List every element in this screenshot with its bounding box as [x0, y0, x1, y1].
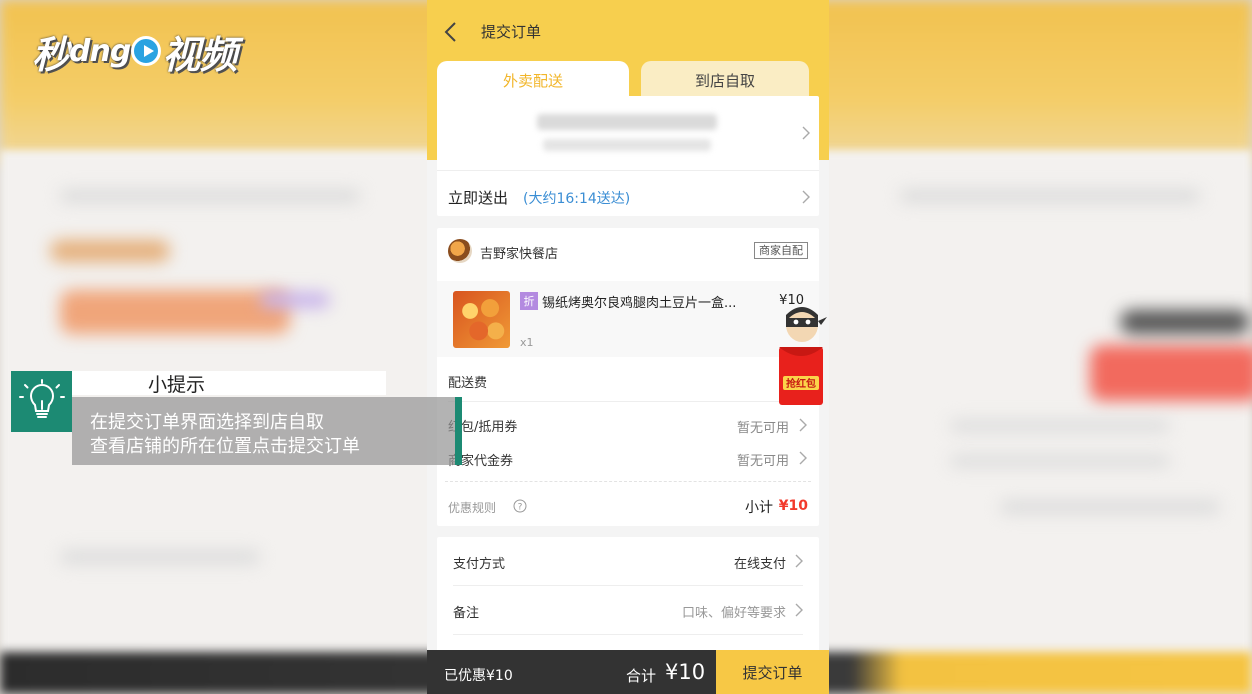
- tip-title-background: [72, 371, 386, 395]
- subtotal-value: ¥10: [778, 498, 808, 514]
- divider: [437, 170, 819, 171]
- item-name: 锡纸烤奥尔良鸡腿肉土豆片一盒...: [542, 296, 737, 311]
- divider: [448, 401, 808, 402]
- payment-method-value: 在线支付: [733, 557, 786, 572]
- address-line-blurred: [537, 114, 717, 130]
- shop-name: 吉野家快餐店: [480, 247, 559, 262]
- tab-delivery[interactable]: 外卖配送: [437, 61, 629, 99]
- chevron-right-icon: [802, 126, 810, 140]
- watermark-logo: 秒 dng 视频: [32, 26, 237, 77]
- play-icon: [131, 36, 162, 66]
- payment-method-label: 支付方式: [453, 557, 506, 572]
- tab-delivery-label: 外卖配送: [502, 71, 563, 90]
- chevron-right-icon: [799, 418, 807, 432]
- help-icon[interactable]: ?: [513, 499, 527, 513]
- page-title: 提交订单: [481, 23, 542, 41]
- logo-text-mid: dng: [69, 33, 131, 69]
- nav-bar: 提交订单: [427, 12, 829, 52]
- tip-title: 小提示: [148, 374, 206, 396]
- delivery-eta: (大约16:14送达): [523, 191, 631, 207]
- remark-placeholder: 口味、偏好等要求: [681, 606, 786, 621]
- coupon-value: 暂无可用: [736, 421, 789, 436]
- delivery-type-badge: 商家自配: [754, 242, 808, 259]
- tip-line-1: 在提交订单界面选择到店自取: [90, 412, 324, 433]
- svg-text:?: ?: [518, 503, 523, 513]
- subtotal-label: 小计: [745, 500, 773, 516]
- payment-card: 支付方式 在线支付 备注 口味、偏好等要求: [437, 537, 819, 657]
- food-image: [453, 291, 510, 348]
- saved-amount: 已优惠¥10: [444, 668, 513, 684]
- divider: [453, 634, 803, 635]
- discount-rules-label[interactable]: 优惠规则: [448, 499, 496, 516]
- phone-screen: 提交订单 外卖配送 到店自取 立即送出 (大约16:14送达) 吉野家快餐店 商…: [427, 0, 829, 694]
- logo-text-left: 秒: [32, 32, 70, 77]
- list-item: 折 锡纸烤奥尔良鸡腿肉土豆片一盒... ¥10 x1: [437, 281, 819, 357]
- chevron-right-icon: [795, 554, 803, 568]
- tip-icon-box: [11, 371, 72, 432]
- logo-text-right: 视频: [162, 32, 237, 77]
- remark-label: 备注: [453, 606, 480, 621]
- total-label: 合计: [626, 667, 657, 685]
- shop-logo-icon: [448, 239, 472, 263]
- tab-pickup[interactable]: 到店自取: [641, 61, 809, 99]
- checkout-bar: 已优惠¥10 合计 ¥10 提交订单: [427, 650, 829, 694]
- voucher-value: 暂无可用: [736, 454, 789, 469]
- tab-pickup-label: 到店自取: [694, 71, 755, 90]
- red-envelope-mascot-icon[interactable]: 抢红包: [777, 301, 827, 407]
- order-card: 吉野家快餐店 商家自配 折 锡纸烤奥尔良鸡腿肉土豆片一盒... ¥10 x1 配…: [437, 228, 819, 526]
- back-arrow-icon[interactable]: [441, 20, 463, 44]
- chevron-right-icon: [795, 603, 803, 617]
- address-card[interactable]: 立即送出 (大约16:14送达): [437, 96, 819, 216]
- divider: [453, 585, 803, 586]
- item-quantity: x1: [520, 336, 534, 349]
- tip-line-2: 查看店铺的所在位置点击提交订单: [90, 436, 360, 457]
- delivery-fee-label: 配送费: [448, 376, 488, 391]
- submit-order-label: 提交订单: [742, 663, 803, 682]
- deliver-now-label: 立即送出: [448, 189, 509, 207]
- discount-tag: 折: [520, 292, 538, 310]
- chevron-right-icon: [802, 190, 810, 204]
- chevron-right-icon: [799, 451, 807, 465]
- lightbulb-icon: [18, 378, 65, 418]
- submit-order-button[interactable]: 提交订单: [716, 650, 829, 694]
- dashed-divider: [445, 481, 811, 482]
- tip-accent-bar: [455, 397, 462, 465]
- contact-line-blurred: [543, 139, 711, 151]
- total-value: ¥10: [665, 660, 706, 684]
- mascot-envelope-text: 抢红包: [786, 377, 816, 390]
